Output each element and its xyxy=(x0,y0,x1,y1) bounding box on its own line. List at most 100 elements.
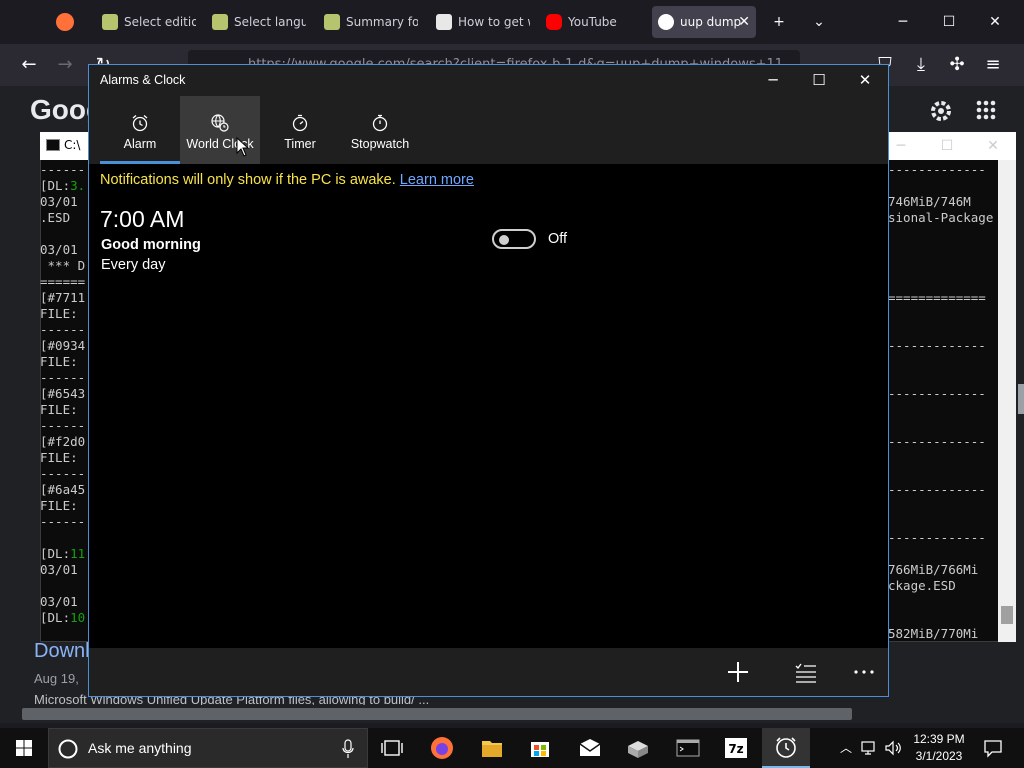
add-alarm-button[interactable] xyxy=(720,656,756,688)
command-bar xyxy=(89,648,888,696)
alarm-name: Good morning xyxy=(101,237,201,253)
taskbar-file-explorer[interactable] xyxy=(468,728,516,768)
download-icon[interactable]: ⤓ xyxy=(910,54,932,76)
taskbar-clock-time[interactable]: 12:39 PM xyxy=(912,732,966,746)
new-tab-button[interactable]: + xyxy=(764,8,794,36)
taskbar-clock-date[interactable]: 3/1/2023 xyxy=(912,749,966,763)
alarm-repeat: Every day xyxy=(101,257,166,273)
volume-icon[interactable] xyxy=(884,740,904,756)
minimize-button[interactable]: ─ xyxy=(888,8,918,36)
alarm-time: 7:00 AM xyxy=(100,206,185,232)
taskbar-store[interactable] xyxy=(516,728,564,768)
learn-more-link[interactable]: Learn more xyxy=(400,172,474,188)
console-line-text: [DL: xyxy=(40,178,71,193)
horizontal-scrollbar-thumb[interactable] xyxy=(22,708,852,720)
browser-tab[interactable]: Select editio xyxy=(96,6,196,38)
tab-alarm[interactable]: Alarm xyxy=(100,96,180,164)
taskbar-firefox[interactable] xyxy=(418,728,466,768)
console-maximize-button[interactable]: ☐ xyxy=(924,132,970,160)
console-line: FILE: xyxy=(40,354,78,369)
more-icon xyxy=(854,670,874,674)
task-view-button[interactable] xyxy=(368,728,416,768)
cortana-icon xyxy=(58,739,78,759)
file-explorer-icon xyxy=(482,741,502,757)
console-line: ============= xyxy=(888,290,986,305)
browser-tab[interactable]: Select langu xyxy=(206,6,306,38)
console-line: [#0934 xyxy=(40,338,86,353)
alarm-toggle-knob xyxy=(499,235,509,245)
alarms-close-button[interactable]: ✕ xyxy=(842,65,888,95)
search-result-title[interactable]: Downl xyxy=(34,640,90,663)
console-line: [DL:11 xyxy=(40,546,85,562)
terminal-icon xyxy=(676,739,700,757)
tab-alarm-label: Alarm xyxy=(123,137,157,151)
console-line: [#7711 xyxy=(40,290,86,305)
maximize-button[interactable]: ☐ xyxy=(934,8,964,36)
taskbar-app[interactable] xyxy=(614,728,662,768)
browser-tab[interactable]: How to get w xyxy=(430,6,530,38)
browser-tab[interactable]: YouTube xyxy=(540,6,640,38)
console-line: 03/01 xyxy=(40,194,78,209)
ba-icon xyxy=(436,14,452,30)
svg-text:7z: 7z xyxy=(728,742,743,756)
console-line: FILE: xyxy=(40,498,78,513)
mail-icon xyxy=(579,739,601,756)
console-line: [#f2d0 xyxy=(40,434,86,449)
google-icon xyxy=(658,14,674,30)
console-line: 03/01 xyxy=(40,594,78,609)
tab-stopwatch-label: Stopwatch xyxy=(350,137,410,151)
firefox-view-icon[interactable] xyxy=(56,13,74,31)
uup-dump-icon xyxy=(212,14,228,30)
alarms-icon xyxy=(776,737,796,758)
console-line: [#6a45 xyxy=(40,482,86,497)
list-tabs-button[interactable]: ⌄ xyxy=(804,8,834,36)
console-line: sional-Package xyxy=(888,210,994,225)
notification-notice: Notifications will only show if the PC i… xyxy=(100,172,474,188)
console-line-highlight: 11 xyxy=(70,546,86,561)
menu-icon[interactable]: ≡ xyxy=(982,54,1004,76)
console-line-text: [DL: xyxy=(40,546,71,561)
task-view-icon xyxy=(381,740,403,756)
back-icon[interactable]: ← xyxy=(18,54,40,76)
alarms-maximize-button[interactable]: ☐ xyxy=(796,65,842,95)
taskbar-7zip[interactable]: 7z xyxy=(712,728,760,768)
more-options-button[interactable] xyxy=(846,656,882,688)
extensions-icon[interactable]: ✣ xyxy=(946,54,968,76)
timer-icon xyxy=(290,113,310,133)
console-line: ------ xyxy=(40,418,86,433)
action-center-icon[interactable] xyxy=(982,738,1004,758)
youtube-icon xyxy=(546,14,562,30)
console-line: ====== xyxy=(40,274,86,289)
console-close-button[interactable]: ✕ xyxy=(970,132,1016,160)
close-button[interactable]: ✕ xyxy=(980,8,1010,36)
tab-timer[interactable]: Timer xyxy=(260,96,340,164)
console-line: 582MiB/770Mi xyxy=(888,626,979,641)
console-line: ------------- xyxy=(888,162,986,177)
console-scrollbar[interactable] xyxy=(998,160,1016,642)
forward-icon[interactable]: → xyxy=(54,54,76,76)
browser-tab-active[interactable]: uup dump ✕ xyxy=(652,6,756,38)
start-button[interactable] xyxy=(0,728,48,768)
console-scrollbar-thumb[interactable] xyxy=(1001,606,1013,624)
google-apps-icon[interactable] xyxy=(976,100,996,120)
7zip-icon: 7z xyxy=(725,738,747,758)
network-icon[interactable] xyxy=(860,740,880,756)
console-line: ------ xyxy=(40,370,86,385)
alarms-minimize-button[interactable]: ─ xyxy=(750,65,796,95)
close-tab-icon[interactable]: ✕ xyxy=(738,6,750,38)
taskbar-terminal[interactable] xyxy=(664,728,712,768)
taskbar-mail[interactable] xyxy=(566,728,614,768)
console-line: ------ xyxy=(40,514,86,529)
console-line: ------ xyxy=(40,162,86,177)
taskbar-alarms[interactable] xyxy=(762,728,810,768)
microphone-icon[interactable] xyxy=(341,739,355,759)
settings-gear-icon[interactable] xyxy=(928,98,954,124)
select-alarms-button[interactable] xyxy=(788,656,824,688)
browser-tab[interactable]: Summary fo xyxy=(318,6,418,38)
page-scrollbar-thumb[interactable] xyxy=(1018,384,1024,414)
mouse-cursor-icon xyxy=(236,137,250,157)
selected-tab-indicator xyxy=(100,161,180,164)
show-hidden-icons-button[interactable]: ︿ xyxy=(838,738,854,758)
console-line: ------ xyxy=(40,322,86,337)
tab-stopwatch[interactable]: Stopwatch xyxy=(346,96,414,164)
